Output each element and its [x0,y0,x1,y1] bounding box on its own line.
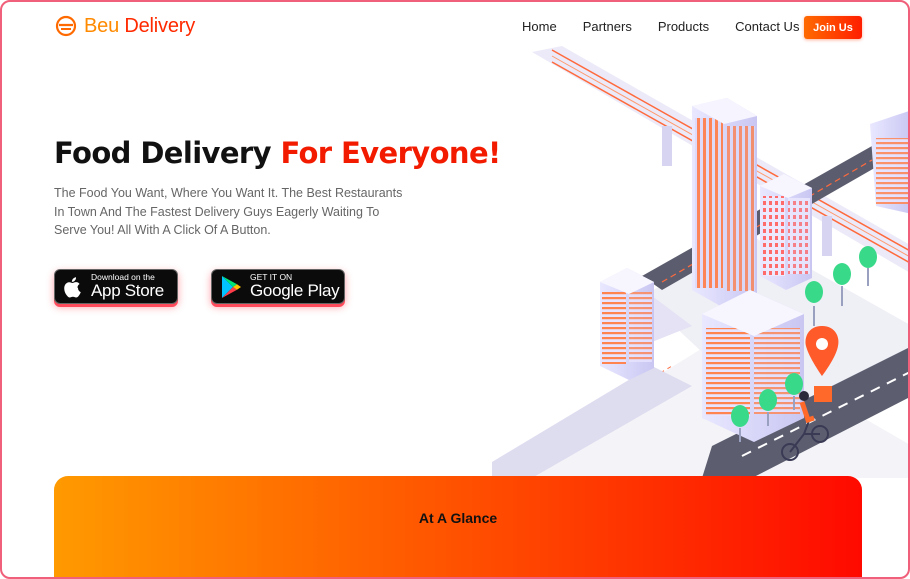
google-play-big-label: Google Play [250,281,340,300]
hero-title-part1: Food Delivery [54,136,272,170]
app-store-button[interactable]: Download on the App Store [54,269,178,304]
google-play-text: GET IT ON Google Play [250,273,340,300]
brand-name-part2: Delivery [124,14,195,37]
hero-subtitle: The Food You Want, Where You Want It. Th… [54,186,403,237]
join-us-button[interactable]: Join Us [804,16,862,39]
nav-home[interactable]: Home [522,19,557,34]
food-bowl-icon [55,15,77,37]
google-play-icon [222,275,241,298]
hero-title-part2: For Everyone! [280,136,501,170]
at-a-glance-section: At A Glance [54,476,862,577]
google-play-button[interactable]: GET IT ON Google Play [211,269,345,304]
nav-contact-us[interactable]: Contact Us [735,19,799,34]
page-frame: Beu Delivery Home Partners Products Cont… [0,0,910,579]
app-store-big-label: App Store [91,281,164,300]
apple-icon [64,276,81,297]
at-a-glance-title: At A Glance [418,510,498,526]
hero-title: Food Delivery For Everyone! [54,136,501,170]
brand-logo[interactable]: Beu Delivery [54,14,195,38]
main-nav: Home Partners Products Contact Us [522,19,825,34]
brand-name: Beu Delivery [84,15,195,38]
brand-name-part1: Beu [84,14,119,37]
city-delivery-illustration [492,46,908,478]
app-store-text: Download on the App Store [91,273,164,300]
nav-products[interactable]: Products [658,19,709,34]
nav-partners[interactable]: Partners [583,19,632,34]
